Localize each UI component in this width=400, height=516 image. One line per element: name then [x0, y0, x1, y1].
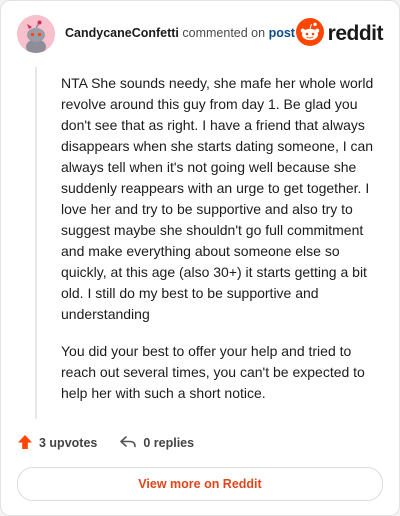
author-name[interactable]: CandycaneConfetti [65, 26, 179, 40]
comment-body: NTA She sounds needy, she mafe her whole… [61, 73, 379, 420]
comment-paragraph: NTA She sounds needy, she mafe her whole… [61, 75, 374, 322]
thread-line [35, 67, 37, 419]
comment-paragraph: You did your best to offer your help and… [61, 343, 365, 401]
post-link[interactable]: post [269, 26, 295, 40]
comment-header: CandycaneConfetti commented on post redd… [17, 15, 384, 55]
reply-count: 0 replies [143, 436, 195, 450]
reply-button[interactable]: 0 replies [119, 434, 194, 453]
upvote-count: 3 upvotes [39, 436, 98, 450]
upvote-button[interactable]: 3 upvotes [17, 434, 97, 453]
author-line: CandycaneConfetti commented on post [65, 26, 295, 40]
view-more-button[interactable]: View more on Reddit [17, 467, 383, 501]
reply-arrow-icon [119, 434, 137, 453]
comment-actions: 3 upvotes 0 replies [17, 431, 194, 455]
reddit-logo-text: reddit [327, 22, 384, 45]
snoo-avatar-icon[interactable] [17, 15, 55, 53]
reddit-logo-icon [295, 17, 324, 51]
reddit-logo[interactable]: reddit [295, 17, 384, 51]
comment-card: CandycaneConfetti commented on post redd… [0, 0, 400, 516]
upvote-arrow-icon [17, 434, 33, 453]
commented-on-text: commented on [182, 26, 266, 40]
